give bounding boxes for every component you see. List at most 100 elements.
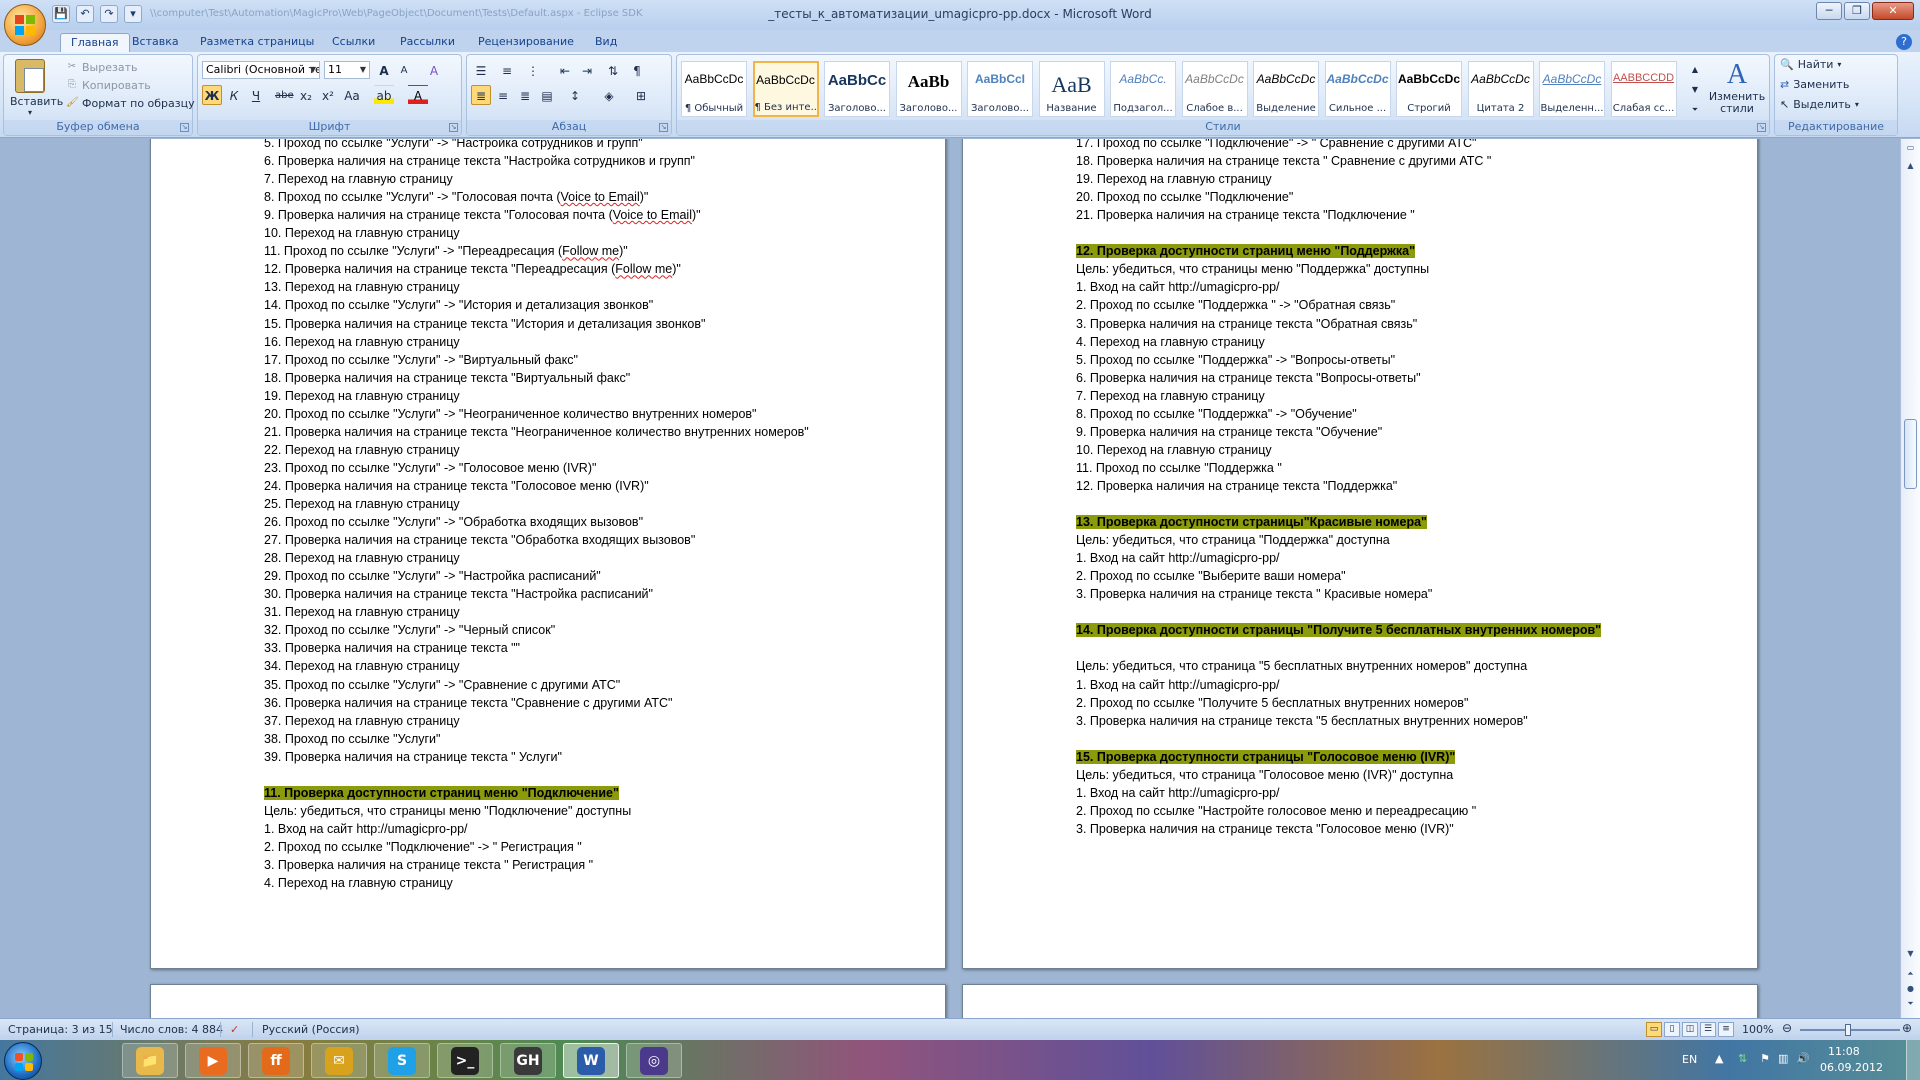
style-item[interactable]: AaB Название [1038, 61, 1105, 117]
gallery-down-icon[interactable]: ▼ [1685, 79, 1705, 99]
vertical-scrollbar[interactable]: ▭ ▲ ▼ ⏶ ● ⏷ [1900, 139, 1920, 1018]
format-painter-button[interactable]: 🖌 Формат по образцу [66, 95, 195, 111]
next-page-icon[interactable]: ⏷ [1904, 997, 1917, 1011]
sort-icon[interactable]: ⇅ [603, 60, 623, 80]
style-item[interactable]: AaBbCcDc Строгий [1396, 61, 1462, 117]
previous-page-icon[interactable]: ⏶ [1904, 967, 1917, 981]
taskbar-skype[interactable]: S [374, 1043, 430, 1078]
start-button[interactable] [4, 1042, 42, 1080]
shading-icon[interactable]: ◈ [599, 85, 619, 105]
style-item[interactable]: AaBbCcDc ¶ Без инте... [752, 61, 819, 117]
style-item[interactable]: AaBbCcI Заголово... [967, 61, 1033, 117]
dialog-launcher-icon[interactable]: ↘ [180, 123, 189, 132]
taskbar-terminal[interactable]: >_ [437, 1043, 493, 1078]
decrease-indent-icon[interactable]: ⇤ [555, 60, 575, 80]
clear-format-button[interactable]: A [424, 60, 444, 80]
sync-icon[interactable]: ⇅ [1738, 1052, 1747, 1065]
italic-button[interactable]: К [224, 85, 244, 105]
browse-object-icon[interactable]: ● [1904, 982, 1917, 996]
tab-references[interactable]: Ссылки [322, 33, 385, 52]
tab-home[interactable]: Главная [60, 33, 130, 52]
shrink-font-button[interactable]: A [394, 60, 414, 80]
tab-mailings[interactable]: Рассылки [390, 33, 465, 52]
font-color-button[interactable]: A [408, 85, 428, 105]
maximize-button[interactable]: ❐ [1844, 2, 1870, 20]
scroll-thumb[interactable] [1904, 419, 1917, 489]
style-item[interactable]: AaBbCcDc ¶ Обычный [681, 61, 747, 117]
web-layout-icon[interactable]: ◫ [1682, 1022, 1698, 1037]
style-item[interactable]: AaBbCc Заголово... [824, 61, 890, 117]
close-button[interactable]: ✕ [1872, 2, 1914, 20]
select-button[interactable]: ↖ Выделить ▾ [1780, 98, 1859, 111]
volume-icon[interactable]: 🔊 [1796, 1052, 1810, 1065]
draft-icon[interactable]: ≡ [1718, 1022, 1734, 1037]
scroll-up-icon[interactable]: ▲ [1904, 159, 1917, 173]
taskbar-github[interactable]: GH [500, 1043, 556, 1078]
dialog-launcher-icon[interactable]: ↘ [1757, 123, 1766, 132]
clock-time[interactable]: 11:08 [1828, 1045, 1860, 1058]
replace-button[interactable]: ⇄ Заменить [1780, 78, 1849, 91]
page-right[interactable]: 17. Проход по ссылке "Подключение" -> " … [962, 139, 1758, 969]
ruler-toggle-icon[interactable]: ▭ [1904, 141, 1917, 155]
superscript-button[interactable]: x² [318, 85, 338, 105]
font-family-combo[interactable]: Calibri (Основной те ▼ [202, 61, 320, 79]
show-marks-icon[interactable]: ¶ [627, 60, 647, 80]
scroll-down-icon[interactable]: ▼ [1904, 947, 1917, 961]
zoom-level[interactable]: 100% [1742, 1023, 1773, 1036]
bullets-icon[interactable]: ☰ [471, 60, 491, 80]
bold-button[interactable]: Ж [202, 85, 222, 105]
clock-date[interactable]: 06.09.2012 [1820, 1061, 1883, 1074]
tab-page-layout[interactable]: Разметка страницы [190, 33, 324, 52]
paste-button[interactable]: Вставить ▾ [10, 59, 63, 117]
align-left-icon[interactable]: ≣ [471, 85, 491, 105]
justify-icon[interactable]: ▤ [537, 85, 557, 105]
find-button[interactable]: 🔍 Найти ▾ [1780, 58, 1841, 71]
tab-review[interactable]: Рецензирование [468, 33, 584, 52]
style-item[interactable]: AaBbCcDc Цитата 2 [1467, 61, 1534, 117]
taskbar-word[interactable]: W [563, 1043, 619, 1078]
subscript-button[interactable]: x₂ [296, 85, 316, 105]
network-icon[interactable]: ▥ [1778, 1052, 1788, 1065]
change-styles-button[interactable]: A Изменить стили [1707, 59, 1767, 115]
show-desktop-button[interactable] [1906, 1040, 1920, 1080]
language-bar[interactable]: EN [1682, 1053, 1697, 1066]
style-item[interactable]: AABBCCDD Слабая сс... [1610, 61, 1677, 117]
line-spacing-icon[interactable]: ↕ [565, 85, 585, 105]
highlight-button[interactable]: ab [374, 85, 394, 105]
word-count[interactable]: Число слов: 4 884 [120, 1023, 223, 1036]
font-size-combo[interactable]: 11 ▼ [324, 61, 370, 79]
office-button[interactable] [4, 4, 46, 46]
outline-icon[interactable]: ☰ [1700, 1022, 1716, 1037]
style-item[interactable]: AaBbCcDc Слабое в... [1181, 61, 1248, 117]
style-item[interactable]: AaBbCcDc Выделенн... [1539, 61, 1605, 117]
gallery-more-icon[interactable]: ⏷ [1685, 99, 1705, 119]
taskbar-explorer[interactable]: 📁 [122, 1043, 178, 1078]
gallery-up-icon[interactable]: ▲ [1685, 59, 1705, 79]
zoom-slider-thumb[interactable] [1845, 1024, 1851, 1036]
style-item[interactable]: AaBbCcDc Сильное ... [1324, 61, 1391, 117]
tab-insert[interactable]: Вставка [122, 33, 189, 52]
page-count[interactable]: Страница: 3 из 15 [8, 1023, 113, 1036]
style-item[interactable]: AaBbCc. Подзагол... [1110, 61, 1176, 117]
document-area[interactable]: 5. Проход по ссылке "Услуги" -> "Настрой… [0, 139, 1900, 1018]
underline-button[interactable]: Ч [246, 85, 266, 105]
borders-icon[interactable]: ⊞ [631, 85, 651, 105]
increase-indent-icon[interactable]: ⇥ [577, 60, 597, 80]
copy-button[interactable]: ⎘ Копировать [66, 77, 151, 93]
align-center-icon[interactable]: ≡ [493, 85, 513, 105]
taskbar-eclipse[interactable]: ◎ [626, 1043, 682, 1078]
tray-expand-icon[interactable]: ▲ [1715, 1052, 1723, 1065]
language-indicator[interactable]: Русский (Россия) [262, 1023, 360, 1036]
taskbar-firefox[interactable]: ff [248, 1043, 304, 1078]
help-icon[interactable]: ? [1896, 34, 1912, 50]
minimize-button[interactable]: ─ [1816, 2, 1842, 20]
dialog-launcher-icon[interactable]: ↘ [449, 123, 458, 132]
style-item[interactable]: AaBbCcDc Выделение [1253, 61, 1319, 117]
multilevel-list-icon[interactable]: ⋮ [523, 60, 543, 80]
flag-icon[interactable]: ⚑ [1760, 1052, 1770, 1065]
print-layout-icon[interactable]: ▭ [1646, 1022, 1662, 1037]
page-left[interactable]: 5. Проход по ссылке "Услуги" -> "Настрой… [150, 139, 946, 969]
taskbar-mail[interactable]: ✉ [311, 1043, 367, 1078]
tab-view[interactable]: Вид [585, 33, 627, 52]
taskbar-media-player[interactable]: ▶ [185, 1043, 241, 1078]
